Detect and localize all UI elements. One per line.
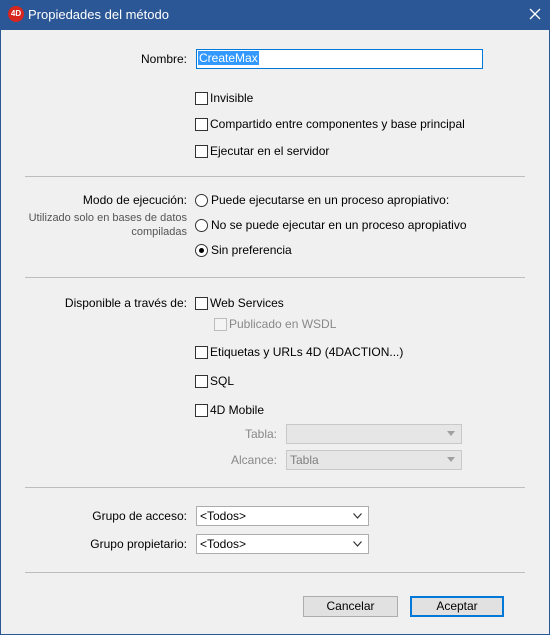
ok-button[interactable]: Aceptar xyxy=(410,596,504,617)
radio-cooperative-label: No se puede ejecutar en un proceso aprop… xyxy=(211,218,467,232)
cancel-button[interactable]: Cancelar xyxy=(303,596,398,617)
chevron-down-icon xyxy=(447,457,455,462)
shared-label: Compartido entre componentes y base prin… xyxy=(210,117,465,131)
tabla-select[interactable] xyxy=(286,424,462,444)
tabla-label: Tabla: xyxy=(244,427,277,441)
web-services-checkbox[interactable] xyxy=(195,297,208,310)
alcance-select-value: Tabla xyxy=(290,453,319,467)
owner-group-select[interactable]: <Todos> xyxy=(196,534,369,554)
separator xyxy=(25,572,525,573)
name-input-value: CreateMax xyxy=(198,51,259,65)
wsdl-label: Publicado en WSDL xyxy=(229,317,337,331)
separator xyxy=(25,176,525,177)
tags-urls-checkbox[interactable] xyxy=(195,346,208,359)
dialog-body: Nombre: CreateMax Invisible Compartido e… xyxy=(0,30,550,635)
invisible-checkbox[interactable] xyxy=(195,92,208,105)
owner-group-value: <Todos> xyxy=(200,537,247,551)
server-checkbox[interactable] xyxy=(195,145,208,158)
server-label: Ejecutar en el servidor xyxy=(210,144,330,158)
radio-no-preference[interactable] xyxy=(195,244,208,257)
owner-group-label: Grupo propietario: xyxy=(90,537,187,551)
radio-no-preference-label: Sin preferencia xyxy=(211,243,292,257)
title-bar: 4D Propiedades del método xyxy=(0,0,550,30)
radio-preemptive[interactable] xyxy=(195,194,208,207)
wsdl-checkbox[interactable] xyxy=(214,318,227,331)
execution-mode-note: Utilizado solo en bases de datos compila… xyxy=(28,212,187,238)
chevron-down-icon xyxy=(353,513,362,519)
shared-checkbox[interactable] xyxy=(195,118,208,131)
app-4d-icon: 4D xyxy=(8,6,24,22)
window-title: Propiedades del método xyxy=(28,7,169,22)
access-group-label: Grupo de acceso: xyxy=(92,509,187,523)
invisible-label: Invisible xyxy=(210,91,254,105)
available-label: Disponible a través de: xyxy=(64,296,187,310)
tags-urls-label: Etiquetas y URLs 4D (4DACTION...) xyxy=(210,345,404,359)
access-group-value: <Todos> xyxy=(200,509,247,523)
separator xyxy=(25,487,525,488)
web-services-label: Web Services xyxy=(210,296,284,310)
access-group-select[interactable]: <Todos> xyxy=(196,506,369,526)
name-input[interactable]: CreateMax xyxy=(196,49,483,69)
close-button[interactable] xyxy=(520,0,550,30)
mobile-checkbox[interactable] xyxy=(195,404,208,417)
radio-preemptive-label: Puede ejecutarse en un proceso apropiati… xyxy=(211,193,450,207)
alcance-select[interactable]: Tabla xyxy=(286,450,462,470)
alcance-label: Alcance: xyxy=(230,453,277,467)
name-label: Nombre: xyxy=(140,52,187,66)
chevron-down-icon xyxy=(447,431,455,436)
close-icon xyxy=(529,8,541,20)
radio-selected-dot xyxy=(199,248,204,253)
separator xyxy=(25,277,525,278)
sql-checkbox[interactable] xyxy=(195,375,208,388)
radio-cooperative[interactable] xyxy=(195,219,208,232)
execution-mode-label: Modo de ejecución: xyxy=(82,193,187,207)
mobile-label: 4D Mobile xyxy=(210,403,265,417)
chevron-down-icon xyxy=(353,541,362,547)
sql-label: SQL xyxy=(210,374,235,388)
